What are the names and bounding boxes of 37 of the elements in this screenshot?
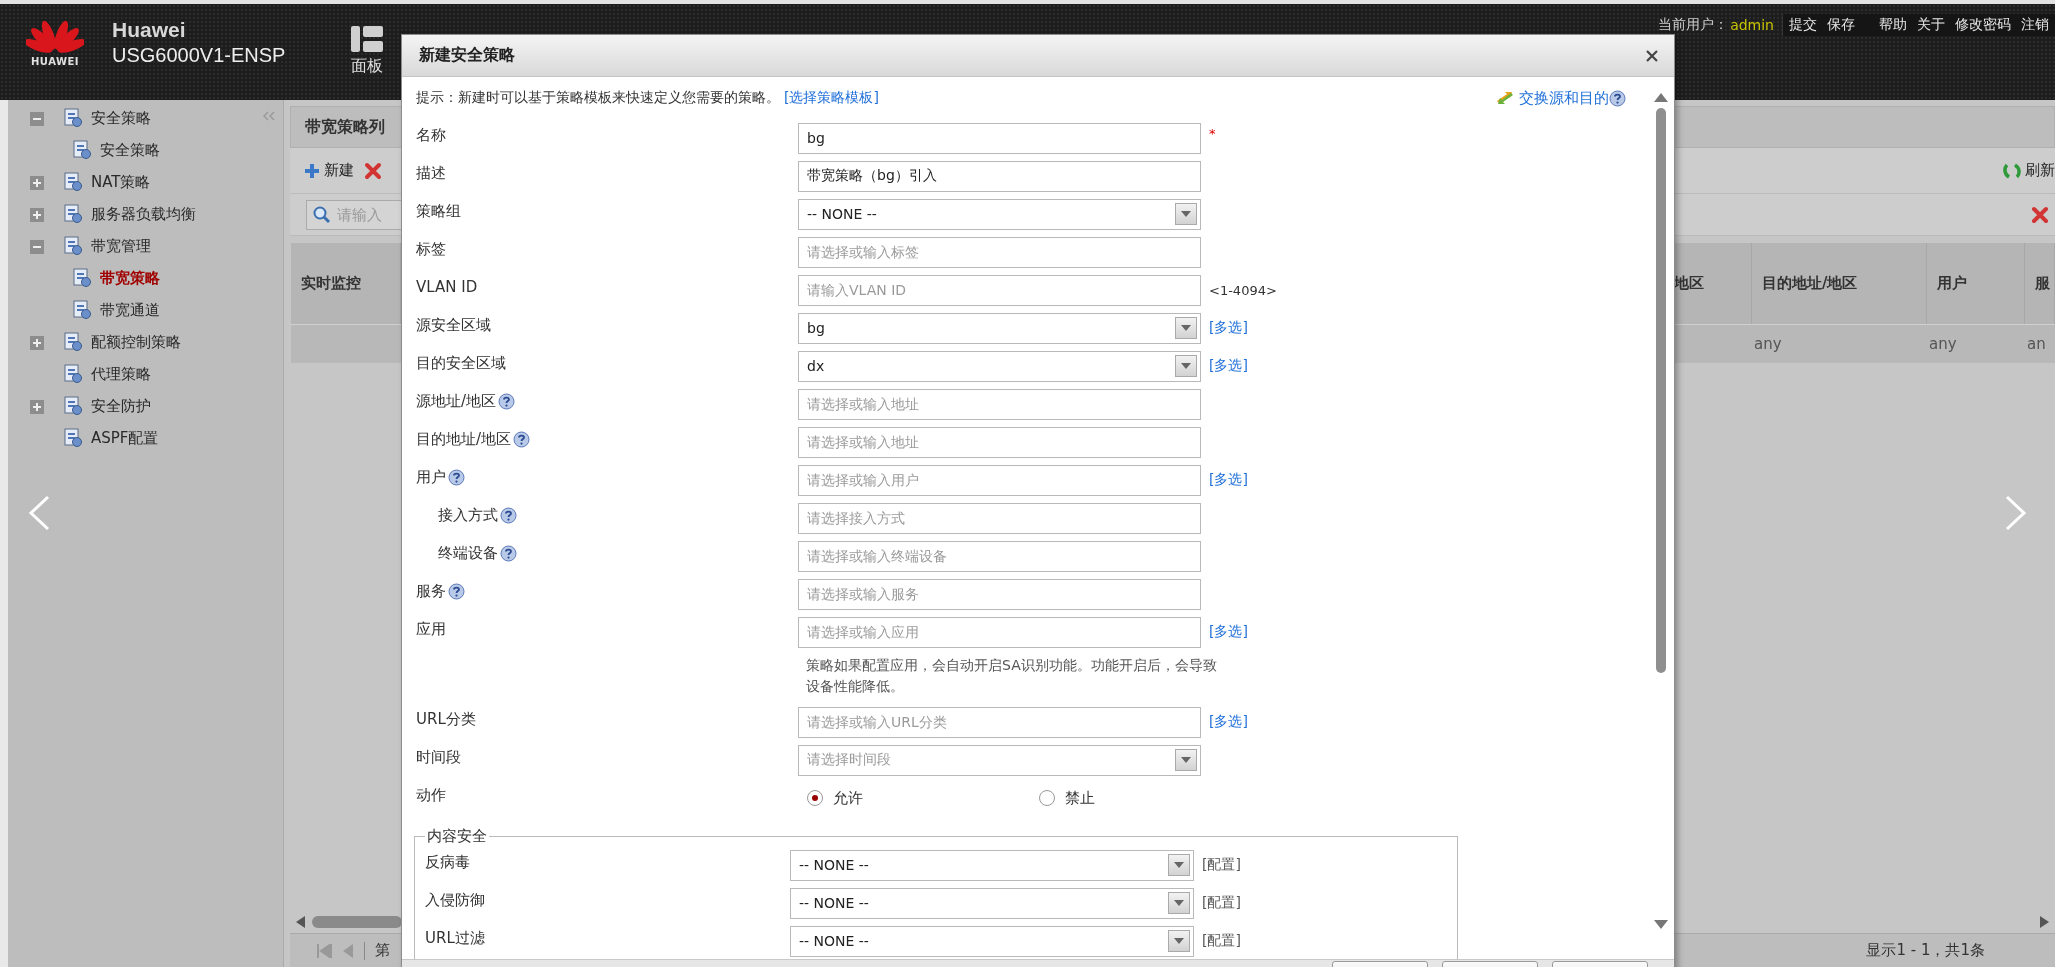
field-label: 动作 <box>416 785 446 805</box>
field-label: 反病毒 <box>425 852 470 872</box>
pager-summary: 显示1 - 1，共1条 <box>1866 941 1985 960</box>
field-label: 目的地址/地区 <box>416 429 512 449</box>
user-label: 当前用户： <box>1658 16 1729 34</box>
field-label: URL分类 <box>416 709 476 729</box>
user-name: admin <box>1730 17 1774 33</box>
field-label: 目的安全区域 <box>416 353 506 373</box>
device-name: USG6000V1-ENSP <box>112 44 286 67</box>
field-label: VLAN ID <box>416 278 478 296</box>
group-legend: 内容安全 <box>425 827 489 846</box>
field-label: 名称 <box>416 125 446 145</box>
app-note: 策略如果配置应用，会自动开启SA识别功能。功能开启后，会导致设备性能降低。 <box>806 656 1218 696</box>
panel-title: 带宽策略列 <box>305 116 385 138</box>
field-label: 描述 <box>416 163 446 183</box>
field-label: URL过滤 <box>425 928 485 948</box>
field-label: 接入方式 <box>438 505 498 525</box>
logo-text: HUAWEI <box>30 56 80 67</box>
field-label: 源安全区域 <box>416 315 491 335</box>
field-label: 源地址/地区 <box>416 391 497 411</box>
page-label: 第 <box>375 941 390 960</box>
field-label: 服务 <box>416 581 446 601</box>
required-mark: * <box>1209 125 1216 141</box>
field-label: 应用 <box>416 619 446 639</box>
table-cell: an <box>2027 335 2046 353</box>
field-label: 用户 <box>416 467 446 487</box>
range-hint: <1-4094> <box>1209 282 1277 298</box>
field-label: 入侵防御 <box>425 890 485 910</box>
field-label: 时间段 <box>416 747 461 767</box>
brand-name: Huawei <box>112 18 187 42</box>
field-label: 策略组 <box>416 201 461 221</box>
dialog-title: 新建安全策略 <box>419 45 515 66</box>
table-cell: any <box>1929 335 1957 353</box>
hint-text: 提示：新建时可以基于策略模板来快速定义您需要的策略。 <box>416 89 780 107</box>
table-cell: any <box>1754 335 1782 353</box>
field-label: 标签 <box>416 239 446 259</box>
field-label: 终端设备 <box>438 543 498 563</box>
